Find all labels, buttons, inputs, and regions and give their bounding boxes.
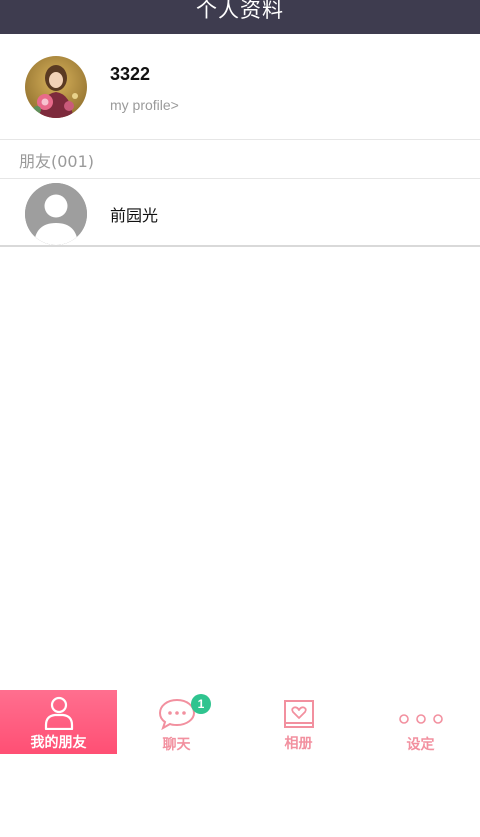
tab-chat[interactable]: 1 聊天 [118,690,235,754]
friend-name: 前园光 [110,206,159,225]
person-icon [44,696,74,734]
chat-bubble-icon [158,698,196,734]
tab-settings[interactable]: 设定 [362,690,479,754]
tab-my-friends-label: 我的朋友 [30,735,87,751]
photo-album-icon [283,699,315,733]
profile-name: 3322 [110,64,151,84]
tab-album[interactable]: 相册 [240,690,357,754]
friends-section-header: 朋友(001) [0,141,480,179]
friend-list-item[interactable]: 前园光 [0,180,480,247]
my-profile-row[interactable]: 3322 my profile> [0,34,480,140]
friends-count-label: 朋友(001) [19,152,95,171]
tab-my-friends[interactable]: 我的朋友 [0,690,117,754]
profile-avatar[interactable] [25,56,87,118]
tab-settings-label: 设定 [406,737,435,753]
default-avatar-icon [25,183,87,245]
my-profile-link[interactable]: my profile> [110,97,179,113]
unread-badge: 1 [191,694,211,714]
tab-album-label: 相册 [284,736,313,752]
top-bar: 个人资料 [0,0,480,34]
page-title: 个人资料 [196,0,284,22]
more-dots-icon [398,710,444,729]
tab-chat-label: 聊天 [162,737,191,753]
bottom-tab-bar: 我的朋友 1 聊天 相册 设定 [0,690,480,754]
